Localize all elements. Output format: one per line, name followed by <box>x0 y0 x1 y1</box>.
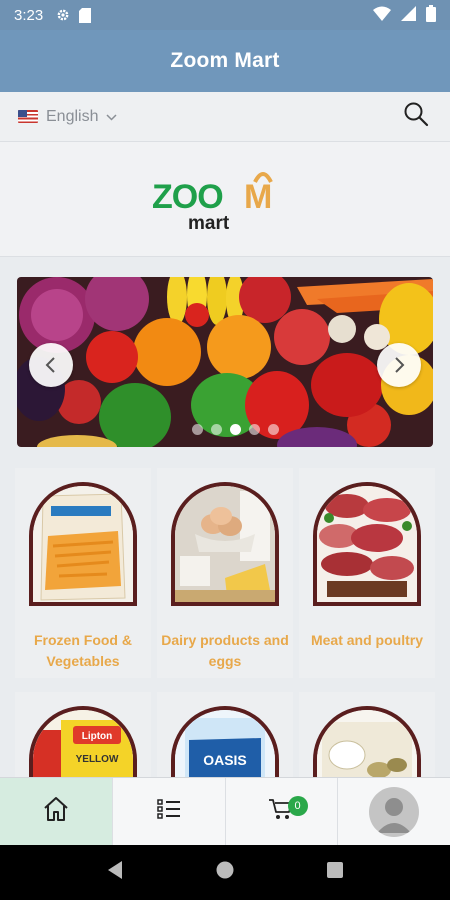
nav-cart[interactable]: 0 <box>226 778 339 845</box>
battery-icon <box>426 4 436 26</box>
category-label: Meat and poultry <box>310 632 423 648</box>
nav-categories[interactable] <box>113 778 226 845</box>
category-image <box>313 482 421 606</box>
banner-slider[interactable] <box>17 277 433 447</box>
banner-prev-button[interactable] <box>29 343 73 387</box>
category-card-meat[interactable]: Meat and poultry <box>299 468 435 678</box>
category-card-frozen-food[interactable]: Frozen Food & Vegetables <box>15 468 151 678</box>
sd-card-icon <box>79 7 92 23</box>
category-label: Dairy products and eggs <box>161 632 289 669</box>
cart-count-badge: 0 <box>287 796 308 816</box>
list-icon <box>156 798 181 825</box>
toolbar-row: English <box>0 92 450 142</box>
banner-image <box>17 277 433 447</box>
nav-profile[interactable] <box>338 778 450 845</box>
home-icon <box>42 796 70 827</box>
system-navigation-bar <box>0 845 450 900</box>
category-image <box>171 482 279 606</box>
status-time: 3:23 <box>14 6 44 24</box>
zoom-mart-logo[interactable]: ZOO M mart <box>150 164 300 234</box>
avatar <box>369 786 420 837</box>
us-flag-icon <box>18 110 38 123</box>
pagination-dot[interactable] <box>248 424 260 435</box>
app-screen: 3:23 Zoom Mart English ZOO M mart Frozen… <box>0 0 450 900</box>
wifi-icon <box>373 6 391 25</box>
back-icon[interactable] <box>106 860 124 885</box>
chevron-down-icon <box>106 108 118 126</box>
user-icon <box>377 797 412 833</box>
banner-pagination <box>17 424 433 435</box>
banner-next-button[interactable] <box>377 343 421 387</box>
language-selector[interactable]: English <box>18 107 118 126</box>
category-row: Frozen Food & Vegetables Dairy products … <box>15 468 435 678</box>
svg-text:mart: mart <box>188 213 230 234</box>
pagination-dot[interactable] <box>210 424 222 435</box>
nav-home[interactable] <box>0 778 113 845</box>
app-title: Zoom Mart <box>170 49 280 72</box>
svg-text:ZOO: ZOO <box>152 178 223 216</box>
logo-area: ZOO M mart <box>0 142 450 257</box>
app-bar: Zoom Mart <box>0 30 450 92</box>
bottom-navigation: 0 <box>0 777 450 845</box>
svg-text:OASIS: OASIS <box>203 752 247 768</box>
pagination-dot[interactable] <box>267 424 279 435</box>
category-card-dairy[interactable]: Dairy products and eggs <box>157 468 293 678</box>
pagination-dot[interactable] <box>191 424 203 435</box>
chevron-right-icon <box>393 356 405 374</box>
home-circle-icon[interactable] <box>215 860 235 885</box>
pagination-dot-active[interactable] <box>229 424 241 435</box>
search-icon <box>403 101 429 132</box>
category-label: Frozen Food & Vegetables <box>34 632 132 669</box>
settings-icon <box>55 7 71 23</box>
cell-signal-icon <box>401 5 416 25</box>
svg-text:M: M <box>244 178 272 216</box>
search-button[interactable] <box>400 101 432 133</box>
svg-text:Lipton: Lipton <box>82 731 113 742</box>
category-image <box>29 482 137 606</box>
recents-icon[interactable] <box>326 861 344 884</box>
chevron-left-icon <box>45 356 57 374</box>
svg-text:YELLOW: YELLOW <box>76 754 119 765</box>
language-label: English <box>46 107 99 125</box>
status-bar: 3:23 <box>0 0 450 30</box>
